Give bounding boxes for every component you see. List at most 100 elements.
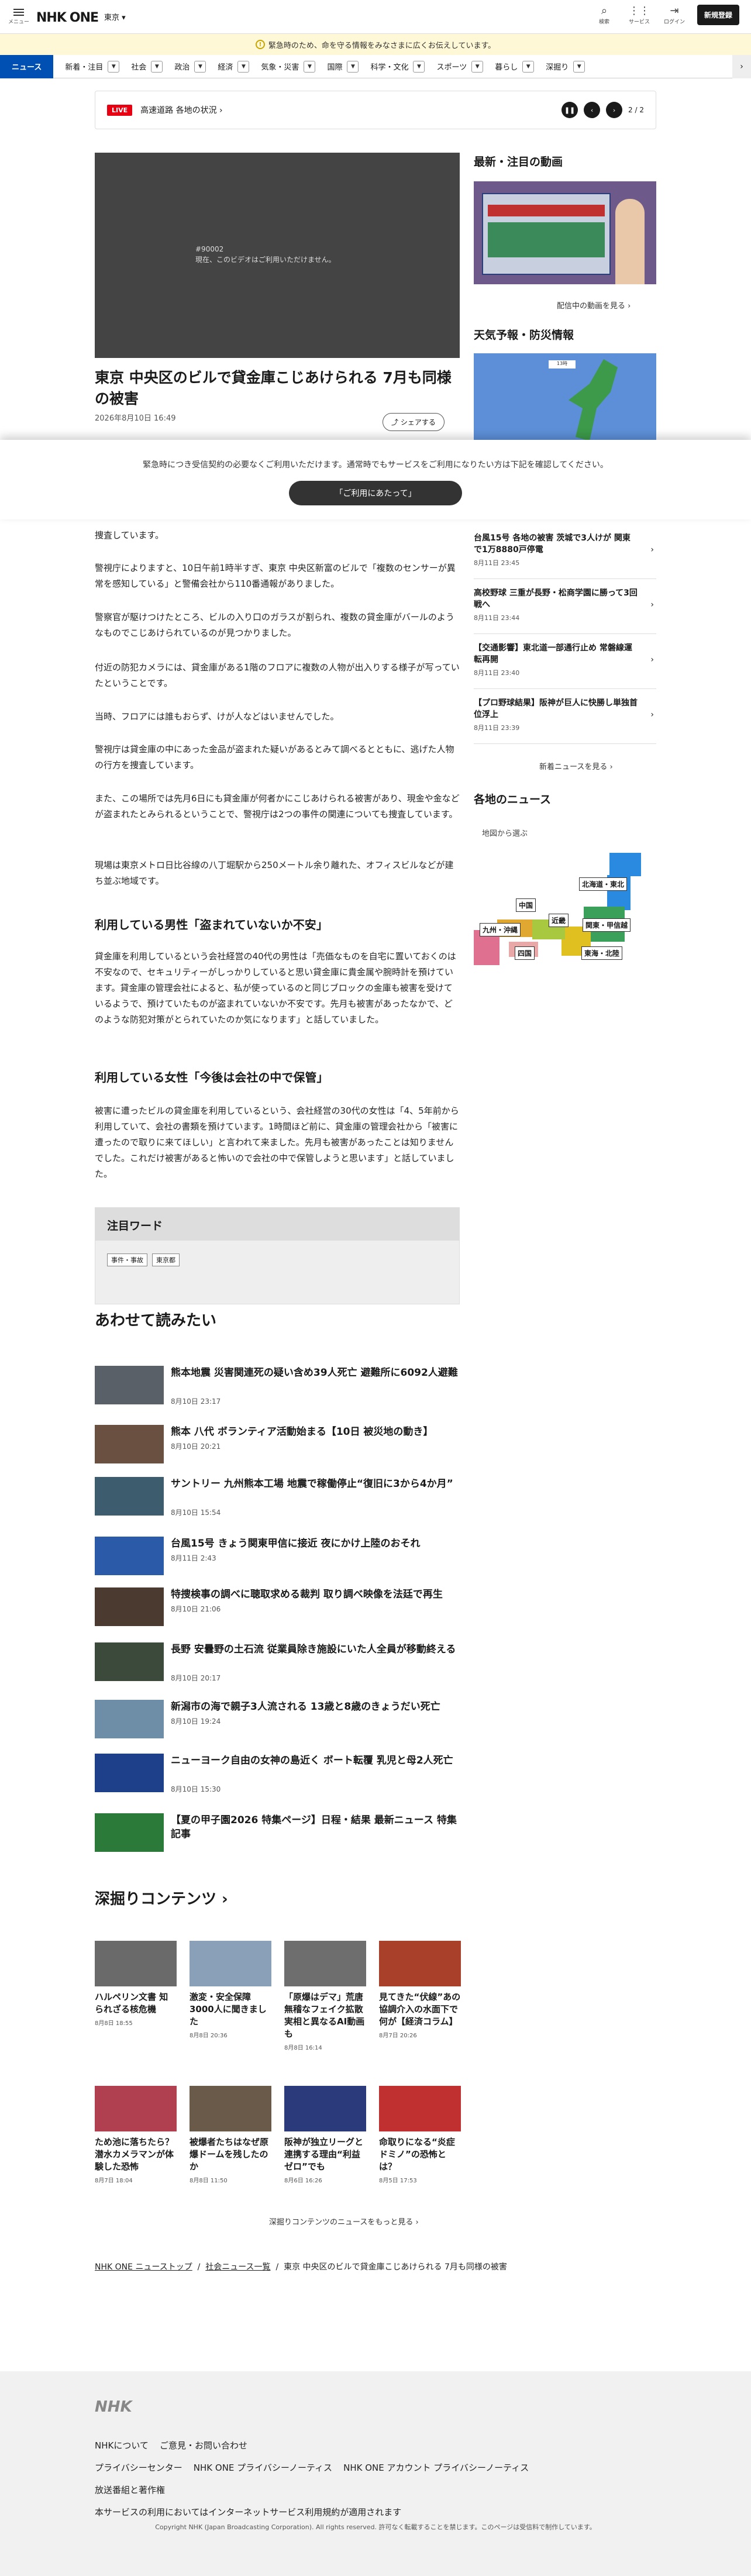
breadcrumb-current: 東京 中央区のビルで貸金庫こじあけられる 7月も同様の被害 [284,2262,507,2272]
video-player[interactable]: #90002 現在、このビデオはご利用いただけません。 [95,153,460,358]
nhk-one-logo[interactable]: NHK ONE [36,9,99,25]
region-link-hokkaido-tohoku[interactable]: 北海道・東北 [579,877,628,891]
related-item[interactable]: 新潟市の海で親子3人流される 13歳と8歳のきょうだい死亡 8月10日 19:24 [95,1700,460,1745]
chevron-right-icon: › [650,545,654,555]
live-badge: LIVE [107,104,133,116]
deep-card[interactable]: 阪神が独立リーグと連携する理由“利益ゼロ”でも 8月6日 16:26 [284,2086,366,2184]
chevron-down-icon: ▼ [471,60,484,73]
deep-card[interactable]: 見てきた“伏線”あの協調介入の水面下で何が【経済コラム】 8月7日 20:26 [379,1941,461,2039]
nav-item[interactable]: 経済 ▼ [206,60,250,73]
article-title: 東京 中央区のビルで貸金庫こじあけられる 7月も同様の被害 [95,369,452,407]
article-subheading: 利用している男性「盗まれていないか不安」 [95,918,328,932]
ticker-page: 2 / 2 [628,106,644,114]
side-news-item[interactable]: 台風15号 各地の被害 茨城で3人けが 関東で1万8880戸停電 8月11日 23… [474,524,656,579]
side-news-item[interactable]: 高校野球 三重が長野・松商学園に勝って3回戦へ 8月11日 23:44 › [474,579,656,634]
service-button[interactable]: ⋮⋮ サービス [627,5,652,25]
deep-more-link[interactable]: 深掘りコンテンツのニュースをもっと見る › [269,2216,419,2227]
article-paragraph: 被害に遭ったビルの貸金庫を利用しているという、会社経営の30代の女性は「4、5年… [95,1106,459,1179]
area-selector[interactable]: 東京 ▾ [104,11,126,22]
tag-link[interactable]: 東京都 [152,1253,180,1266]
chevron-down-icon: ▼ [237,60,250,73]
region-link-kyushu-okinawa[interactable]: 九州・沖縄 [480,923,521,936]
nav-item[interactable]: 政治 ▼ [163,60,206,73]
article-paragraph: 警視庁は貸金庫の中にあった金品が盗まれた疑いがあるとみて調べるとともに、逃げた人… [95,744,454,770]
deep-card[interactable]: ハルペリン文書 知られざる核危機 8月8日 18:55 [95,1941,177,2027]
related-item[interactable]: 特捜検事の調べに聴取求める裁判 取り調べ映像を法廷で再生 8月10日 21:06 [95,1587,460,1633]
weather-heading: 天気予報・防災情報 [474,329,574,342]
share-button[interactable]: ⤴ シェアする [383,413,445,431]
related-thumb [95,1425,164,1463]
hamburger-icon [13,8,24,16]
deep-card[interactable]: ため池に落ちたら？ 潜水カメラマンが体験した恐怖 8月7日 18:04 [95,2086,177,2184]
side-news-more-link[interactable]: 新着ニュースを見る › [539,760,613,772]
side-news-item[interactable]: 【交通影響】東北道一部通行止め 常磐線運転再開 8月11日 23:40 › [474,634,656,689]
region-link-shikoku[interactable]: 四国 [515,946,535,960]
search-button[interactable]: ⌕ 検索 [592,5,616,25]
nav-scroll-right-icon[interactable]: › [732,55,751,78]
live-ticker[interactable]: LIVE 高速道路 各地の状況 › ❚❚ ‹ › 2 / 2 [95,91,656,129]
tag-link[interactable]: 事件・事故 [107,1253,147,1266]
nav-tab-news[interactable]: ニュース [0,54,54,78]
related-thumb [95,1477,164,1516]
video-more-link[interactable]: 配信中の動画を見る › [557,299,631,311]
related-item[interactable]: 熊本地震 災害関連死の疑い含め39人死亡 避難所に6092人避難 8月10日 23… [95,1366,460,1411]
breadcrumb-link[interactable]: NHK ONE ニューストップ [95,2262,192,2272]
nav-item[interactable]: 暮らし ▼ [483,60,535,73]
side-news-item[interactable]: 【プロ野球結果】阪神が巨人に快勝し単独首位浮上 8月11日 23:39 › [474,689,656,744]
deep-card[interactable]: 被爆者たちはなぜ原爆ドームを残したのか 8月8日 11:50 [190,2086,271,2184]
region-link-tokai-hokuriku[interactable]: 東海・北陸 [581,946,623,960]
region-link-kanto-koshinetsu[interactable]: 関東・甲信越 [583,918,631,932]
map-select-label: 地図から選ぶ [482,829,528,838]
nav-item[interactable]: 国際 ▼ [315,60,359,73]
menu-button[interactable]: メニュー [6,8,32,25]
related-item[interactable]: ニューヨーク自由の女神の島近く ボート転覆 乳児と母2人死亡 8月10日 15:3… [95,1754,460,1799]
grid-icon: ⋮⋮ [628,5,650,17]
article-date: 2026年8月10日 16:49 [95,414,176,423]
chevron-down-icon: ▼ [151,60,163,73]
footer-link[interactable]: 本サービスの利用においてはインターネットサービス利用規約が適用されます [95,2506,401,2518]
footer-logo[interactable]: NHK [95,2398,132,2416]
related-item[interactable]: 【夏の甲子園2026 特集ページ】日程・結果 最新ニュース 特集記事 [95,1813,460,1859]
nav-item[interactable]: 科学・文化 ▼ [359,60,425,73]
related-thumb [95,1587,164,1626]
ticker-text[interactable]: 高速道路 各地の状況 › [140,104,223,116]
nav-item[interactable]: 深掘り ▼ [534,60,585,73]
region-link-chugoku[interactable]: 中国 [516,898,536,912]
deep-card[interactable]: 「原爆はデマ」荒唐無稽なフェイク拡散 実相と異なるAI動画も 8月8日 16:14 [284,1941,366,2051]
deep-card[interactable]: 命取りになる“炎症ドミノ”の恐怖とは？ 8月5日 17:53 [379,2086,461,2184]
footer-link[interactable]: 放送番組と著作権 [95,2484,165,2496]
chevron-down-icon: ▼ [108,60,120,73]
related-item[interactable]: 台風15号 きょう関東甲信に接近 夜にかけ上陸のおそれ 8月11日 2:43 [95,1537,460,1582]
watch-words: 注目ワード 事件・事故 東京都 [95,1207,460,1304]
nav-item[interactable]: 新着・注目 ▼ [53,60,120,73]
article-paragraph: 警視庁によりますと、10日午前1時半すぎ、東京 中央区新富のビルで「複数のセンサ… [95,563,456,589]
pause-icon[interactable]: ❚❚ [561,102,578,118]
nav-item[interactable]: 社会 ▼ [119,60,163,73]
login-icon: ⇥ [670,5,679,17]
related-item[interactable]: サントリー 九州熊本工場 地震で稼働停止“復旧に3から4か月” 8月10日 15:… [95,1477,460,1523]
breadcrumb-link[interactable]: 社会ニュース一覧 [205,2262,270,2272]
weather-map[interactable]: 13時 [474,353,656,441]
deep-card[interactable]: 激変・安全保障 3000人に聞きました 8月8日 20:36 [190,1941,271,2039]
related-item[interactable]: 長野 安曇野の土石流 従業員除き施設にいた人全員が移動終える 8月10日 20:1… [95,1642,460,1688]
related-item[interactable]: 熊本 八代 ボランティア活動始まる【10日 被災地の動き】 8月10日 20:21 [95,1425,460,1470]
alert-icon: ! [255,40,265,49]
chevron-right-icon: › [650,710,654,719]
deep-content-heading[interactable]: 深掘りコンテンツ › [95,1887,228,1909]
region-news-heading: 各地のニュース [474,793,552,806]
region-link-kinki[interactable]: 近畿 [549,914,569,927]
article-subheading: 利用している女性「今後は会社の中で保管」 [95,1070,329,1084]
next-icon[interactable]: › [606,102,623,118]
site-footer: NHK NHKについて ご意見・お問い合わせ プライバシーセンター NHK ON… [0,2371,751,2576]
site-header: メニュー NHK ONE 東京 ▾ ⌕ 検索 ⋮⋮ サービス ⇥ ログイン 新規登録 [0,0,751,34]
prev-icon[interactable]: ‹ [584,102,601,118]
usage-guide-button[interactable]: 「ご利用にあたって」 [289,481,462,505]
chevron-down-icon: ▼ [573,60,585,73]
nav-item[interactable]: 気象・災害 ▼ [249,60,316,73]
nav-item[interactable]: スポーツ ▼ [425,60,484,73]
register-button[interactable]: 新規登録 [697,5,739,25]
login-button[interactable]: ⇥ ログイン [662,5,687,25]
video-thumbnail[interactable] [474,181,656,284]
related-thumb [95,1366,164,1404]
chevron-down-icon: ▼ [304,60,316,73]
